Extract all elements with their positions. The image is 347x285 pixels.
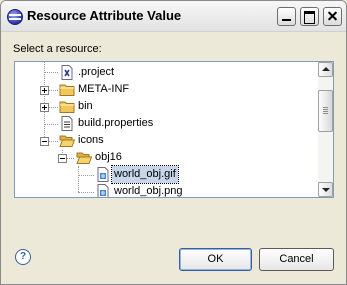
tree-item-label: META-INF xyxy=(78,83,130,95)
minimize-button[interactable] xyxy=(277,7,296,26)
expand-icon[interactable] xyxy=(40,86,49,95)
ok-button[interactable]: OK xyxy=(179,248,252,271)
select-resource-label: Select a resource: xyxy=(13,43,102,55)
tree-item-label: .project xyxy=(78,66,115,78)
title-bar[interactable]: Resource Attribute Value xyxy=(1,1,346,32)
folder-icon xyxy=(59,84,75,96)
tree-item-label: bin xyxy=(78,100,93,112)
scroll-thumb[interactable] xyxy=(318,90,333,132)
tree-item-meta-inf[interactable]: META-INF xyxy=(15,81,315,98)
tree-item-project[interactable]: .project xyxy=(15,64,315,81)
tree-item-icons[interactable]: icons xyxy=(15,132,315,149)
collapse-icon[interactable] xyxy=(58,154,67,163)
folder-open-icon xyxy=(76,152,92,164)
expand-icon[interactable] xyxy=(40,103,49,112)
scroll-up-button[interactable] xyxy=(318,62,333,77)
tree-viewport: .project META-INF bin build.properties i… xyxy=(15,62,319,197)
folder-icon xyxy=(59,101,75,113)
tree-item-world-obj-png[interactable]: world_obj.png xyxy=(15,183,315,197)
tree-item-label: world_obj.gif xyxy=(111,165,179,184)
app-icon xyxy=(7,9,23,25)
tree-item-obj16[interactable]: obj16 xyxy=(15,149,315,166)
tree-item-label: world_obj.png xyxy=(114,185,183,197)
tree-item-label: build.properties xyxy=(78,117,154,129)
resource-dialog: Resource Attribute Value Select a resour… xyxy=(0,0,347,285)
scroll-down-button[interactable] xyxy=(318,182,333,197)
tree-item-world-obj-gif[interactable]: world_obj.gif xyxy=(15,165,315,184)
help-icon[interactable]: ? xyxy=(15,249,31,265)
properties-file-icon xyxy=(61,116,73,131)
image-file-icon xyxy=(97,167,109,182)
tree-item-label: icons xyxy=(78,134,104,146)
tree-scrollbar[interactable] xyxy=(318,62,333,197)
cancel-button[interactable]: Cancel xyxy=(259,248,334,271)
dialog-title: Resource Attribute Value xyxy=(27,8,182,23)
image-file-icon xyxy=(97,184,109,197)
resource-tree[interactable]: .project META-INF bin build.properties i… xyxy=(14,61,334,198)
folder-open-icon xyxy=(59,135,75,147)
xml-file-icon xyxy=(61,65,73,80)
tree-item-build-properties[interactable]: build.properties xyxy=(15,115,315,132)
maximize-button[interactable] xyxy=(300,7,319,26)
tree-item-label: obj16 xyxy=(95,151,122,163)
collapse-icon[interactable] xyxy=(40,137,49,146)
tree-item-bin[interactable]: bin xyxy=(15,98,315,115)
close-button[interactable] xyxy=(323,7,342,26)
